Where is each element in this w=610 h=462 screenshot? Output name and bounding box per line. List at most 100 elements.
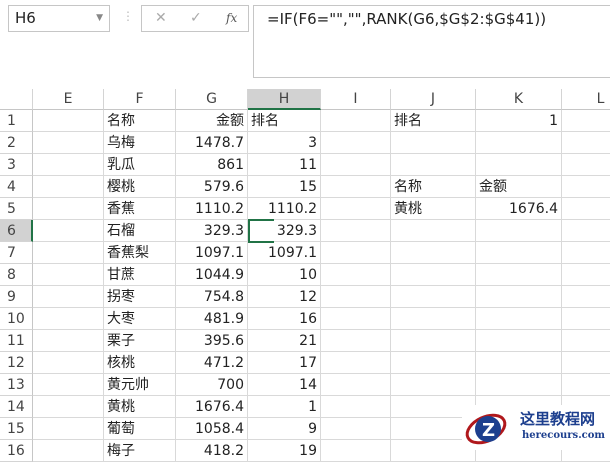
row-header-4[interactable]: 4 bbox=[0, 176, 33, 198]
cell-G12[interactable]: 471.2 bbox=[176, 352, 248, 374]
cell-K13[interactable] bbox=[476, 374, 562, 396]
cell-I9[interactable] bbox=[321, 286, 391, 308]
cell-E12[interactable] bbox=[33, 352, 104, 374]
cell-L8[interactable] bbox=[562, 264, 610, 286]
cell-J6[interactable] bbox=[391, 220, 476, 242]
row-header-8[interactable]: 8 bbox=[0, 264, 33, 286]
column-header-E[interactable]: E bbox=[33, 89, 104, 110]
cell-I5[interactable] bbox=[321, 198, 391, 220]
cell-L12[interactable] bbox=[562, 352, 610, 374]
cell-K4[interactable]: 金额 bbox=[476, 176, 562, 198]
cell-I12[interactable] bbox=[321, 352, 391, 374]
cell-F11[interactable]: 栗子 bbox=[104, 330, 176, 352]
column-header-I[interactable]: I bbox=[321, 89, 391, 110]
cell-G6[interactable]: 329.3 bbox=[176, 220, 248, 242]
cell-I10[interactable] bbox=[321, 308, 391, 330]
cell-G16[interactable]: 418.2 bbox=[176, 440, 248, 462]
cancel-icon[interactable]: ✕ bbox=[155, 6, 167, 31]
cell-L3[interactable] bbox=[562, 154, 610, 176]
cell-E8[interactable] bbox=[33, 264, 104, 286]
column-header-H[interactable]: H bbox=[248, 89, 321, 110]
cell-K11[interactable] bbox=[476, 330, 562, 352]
cell-H2[interactable]: 3 bbox=[248, 132, 321, 154]
row-header-3[interactable]: 3 bbox=[0, 154, 33, 176]
cell-E14[interactable] bbox=[33, 396, 104, 418]
cell-K2[interactable] bbox=[476, 132, 562, 154]
column-header-F[interactable]: F bbox=[104, 89, 176, 110]
cell-K3[interactable] bbox=[476, 154, 562, 176]
cell-E2[interactable] bbox=[33, 132, 104, 154]
cell-I14[interactable] bbox=[321, 396, 391, 418]
cell-E13[interactable] bbox=[33, 374, 104, 396]
cell-E6[interactable] bbox=[33, 220, 104, 242]
row-header-1[interactable]: 1 bbox=[0, 110, 33, 132]
cell-I6[interactable] bbox=[321, 220, 391, 242]
cell-J3[interactable] bbox=[391, 154, 476, 176]
cell-I2[interactable] bbox=[321, 132, 391, 154]
cell-F4[interactable]: 樱桃 bbox=[104, 176, 176, 198]
column-header-L[interactable]: L bbox=[562, 89, 610, 110]
cell-I3[interactable] bbox=[321, 154, 391, 176]
cell-E5[interactable] bbox=[33, 198, 104, 220]
cell-I16[interactable] bbox=[321, 440, 391, 462]
cell-L13[interactable] bbox=[562, 374, 610, 396]
column-header-G[interactable]: G bbox=[176, 89, 248, 110]
row-header-14[interactable]: 14 bbox=[0, 396, 33, 418]
cell-F3[interactable]: 乳瓜 bbox=[104, 154, 176, 176]
cell-I4[interactable] bbox=[321, 176, 391, 198]
cell-F8[interactable]: 甘蔗 bbox=[104, 264, 176, 286]
cell-J12[interactable] bbox=[391, 352, 476, 374]
cell-F15[interactable]: 葡萄 bbox=[104, 418, 176, 440]
cell-E7[interactable] bbox=[33, 242, 104, 264]
cell-E16[interactable] bbox=[33, 440, 104, 462]
cell-K12[interactable] bbox=[476, 352, 562, 374]
cell-F6[interactable]: 石榴 bbox=[104, 220, 176, 242]
cell-L5[interactable] bbox=[562, 198, 610, 220]
cell-K8[interactable] bbox=[476, 264, 562, 286]
cell-H10[interactable]: 16 bbox=[248, 308, 321, 330]
row-header-15[interactable]: 15 bbox=[0, 418, 33, 440]
cell-L1[interactable] bbox=[562, 110, 610, 132]
cell-J4[interactable]: 名称 bbox=[391, 176, 476, 198]
cell-K6[interactable] bbox=[476, 220, 562, 242]
cell-J5[interactable]: 黄桃 bbox=[391, 198, 476, 220]
cell-H14[interactable]: 1 bbox=[248, 396, 321, 418]
cell-E10[interactable] bbox=[33, 308, 104, 330]
cell-J11[interactable] bbox=[391, 330, 476, 352]
cell-E11[interactable] bbox=[33, 330, 104, 352]
cell-H16[interactable]: 19 bbox=[248, 440, 321, 462]
cell-F5[interactable]: 香蕉 bbox=[104, 198, 176, 220]
row-header-12[interactable]: 12 bbox=[0, 352, 33, 374]
cell-K9[interactable] bbox=[476, 286, 562, 308]
cell-J1[interactable]: 排名 bbox=[391, 110, 476, 132]
cell-J8[interactable] bbox=[391, 264, 476, 286]
row-header-5[interactable]: 5 bbox=[0, 198, 33, 220]
cell-G1[interactable]: 金额 bbox=[176, 110, 248, 132]
select-all-corner[interactable] bbox=[0, 89, 33, 110]
cell-E1[interactable] bbox=[33, 110, 104, 132]
cell-H11[interactable]: 21 bbox=[248, 330, 321, 352]
cell-L4[interactable] bbox=[562, 176, 610, 198]
cell-G13[interactable]: 700 bbox=[176, 374, 248, 396]
cell-G14[interactable]: 1676.4 bbox=[176, 396, 248, 418]
chevron-down-icon[interactable]: ▼ bbox=[96, 6, 103, 31]
cell-F13[interactable]: 黄元帅 bbox=[104, 374, 176, 396]
cell-F1[interactable]: 名称 bbox=[104, 110, 176, 132]
cell-G10[interactable]: 481.9 bbox=[176, 308, 248, 330]
cell-F16[interactable]: 梅子 bbox=[104, 440, 176, 462]
cell-H12[interactable]: 17 bbox=[248, 352, 321, 374]
cell-G9[interactable]: 754.8 bbox=[176, 286, 248, 308]
cell-K10[interactable] bbox=[476, 308, 562, 330]
cell-I13[interactable] bbox=[321, 374, 391, 396]
row-header-10[interactable]: 10 bbox=[0, 308, 33, 330]
cell-H4[interactable]: 15 bbox=[248, 176, 321, 198]
cell-E4[interactable] bbox=[33, 176, 104, 198]
cell-G2[interactable]: 1478.7 bbox=[176, 132, 248, 154]
cell-L2[interactable] bbox=[562, 132, 610, 154]
row-header-7[interactable]: 7 bbox=[0, 242, 33, 264]
cell-K1[interactable]: 1 bbox=[476, 110, 562, 132]
cell-I11[interactable] bbox=[321, 330, 391, 352]
row-header-11[interactable]: 11 bbox=[0, 330, 33, 352]
cell-G15[interactable]: 1058.4 bbox=[176, 418, 248, 440]
cell-I15[interactable] bbox=[321, 418, 391, 440]
